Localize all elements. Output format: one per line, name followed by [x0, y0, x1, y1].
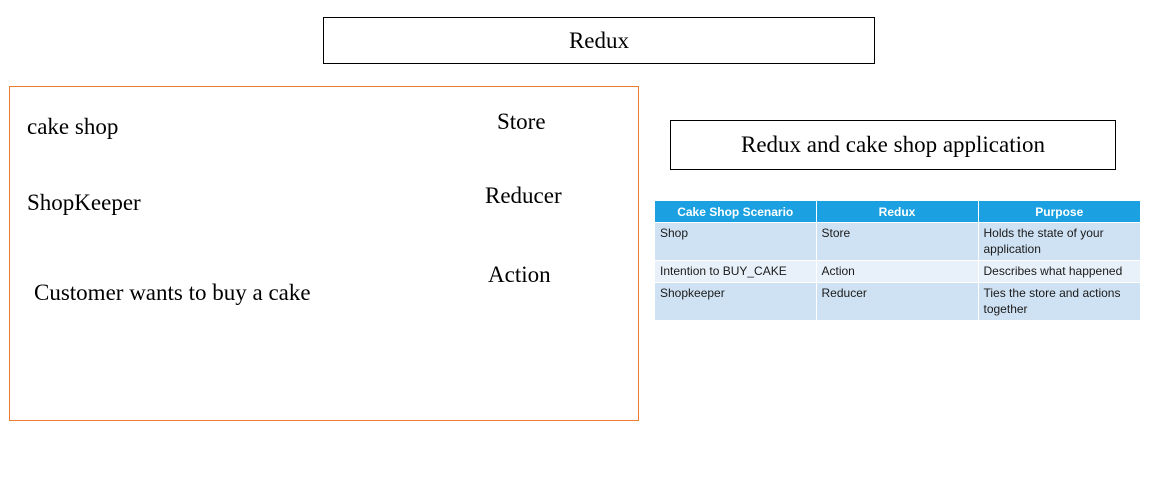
table-header-row: Cake Shop Scenario Redux Purpose — [655, 201, 1140, 223]
redux-reducer: Reducer — [485, 183, 562, 208]
redux-action: Action — [488, 262, 551, 287]
table-cell: Intention to BUY_CAKE — [655, 260, 817, 283]
table-row: Shop Store Holds the state of your appli… — [655, 222, 1140, 261]
table-cell: Action — [816, 260, 979, 283]
redux-store: Store — [497, 109, 546, 134]
subtitle-box: Redux and cake shop application — [670, 120, 1116, 170]
table-row: Shopkeeper Reducer Ties the store and ac… — [655, 282, 1140, 320]
header-scenario: Cake Shop Scenario — [655, 201, 817, 223]
concept-cake-shop: cake shop — [27, 114, 119, 139]
concept-shopkeeper: ShopKeeper — [27, 190, 141, 215]
subtitle-text: Redux and cake shop application — [740, 132, 1046, 157]
table-cell: Describes what happened — [978, 260, 1140, 283]
table-cell: Holds the state of your application — [978, 222, 1140, 261]
table-cell: Shop — [655, 222, 817, 261]
title-box: Redux — [323, 17, 875, 64]
header-redux: Redux — [816, 201, 979, 223]
table-cell: Ties the store and actions together — [978, 282, 1140, 320]
table-cell: Shopkeeper — [655, 282, 817, 320]
concept-customer: Customer wants to buy a cake — [34, 280, 311, 305]
table-row: Intention to BUY_CAKE Action Describes w… — [655, 260, 1140, 283]
mapping-panel: cake shop ShopKeeper Customer wants to b… — [9, 86, 639, 421]
mapping-table: Cake Shop Scenario Redux Purpose Shop St… — [655, 201, 1140, 320]
table-cell: Reducer — [816, 282, 979, 320]
title-text: Redux — [568, 27, 630, 53]
table-cell: Store — [816, 222, 979, 261]
header-purpose: Purpose — [978, 201, 1140, 223]
